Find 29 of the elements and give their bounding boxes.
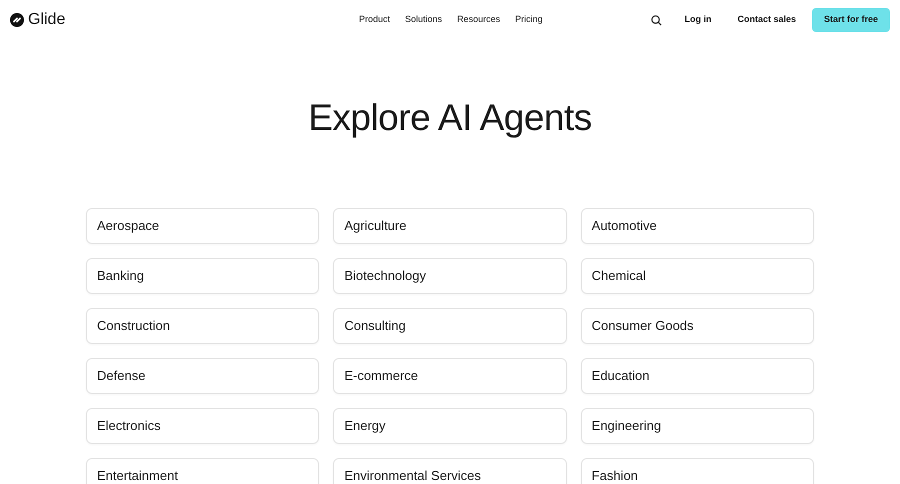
page-title: Explore AI Agents bbox=[307, 96, 593, 140]
industry-card[interactable]: Consumer Goods bbox=[580, 308, 814, 344]
industry-card[interactable]: Environmental Services bbox=[333, 458, 567, 484]
nav-link[interactable]: Pricing bbox=[515, 13, 543, 27]
industry-card[interactable]: Agriculture bbox=[333, 208, 567, 244]
search-icon[interactable] bbox=[651, 14, 662, 26]
industry-card[interactable]: Entertainment bbox=[86, 458, 320, 484]
contact-sales-link[interactable]: Contact sales bbox=[737, 13, 796, 27]
industry-card[interactable]: Fashion bbox=[580, 458, 814, 484]
nav-link[interactable]: Product bbox=[359, 13, 390, 27]
industry-card[interactable]: Construction bbox=[86, 308, 320, 344]
login-link[interactable]: Log in bbox=[684, 13, 712, 27]
nav-link[interactable]: Solutions bbox=[405, 13, 442, 27]
industry-card[interactable]: Defense bbox=[86, 358, 320, 394]
industry-card[interactable]: Electronics bbox=[86, 408, 320, 444]
industry-card[interactable]: Chemical bbox=[580, 258, 814, 294]
industry-card[interactable]: E-commerce bbox=[333, 358, 567, 394]
industry-card[interactable]: Automotive bbox=[580, 208, 814, 244]
industry-card[interactable]: Consulting bbox=[333, 308, 567, 344]
industry-card[interactable]: Education bbox=[580, 358, 814, 394]
brand-name[interactable]: Glide bbox=[28, 8, 66, 32]
start-free-button[interactable]: Start for free bbox=[812, 8, 890, 32]
logo-icon bbox=[10, 13, 24, 27]
industry-card[interactable]: Engineering bbox=[580, 408, 814, 444]
industry-card[interactable]: Biotechnology bbox=[333, 258, 567, 294]
nav-link[interactable]: Resources bbox=[457, 13, 500, 27]
industry-card[interactable]: Aerospace bbox=[86, 208, 320, 244]
industry-card[interactable]: Energy bbox=[333, 408, 567, 444]
industry-card[interactable]: Banking bbox=[86, 258, 320, 294]
